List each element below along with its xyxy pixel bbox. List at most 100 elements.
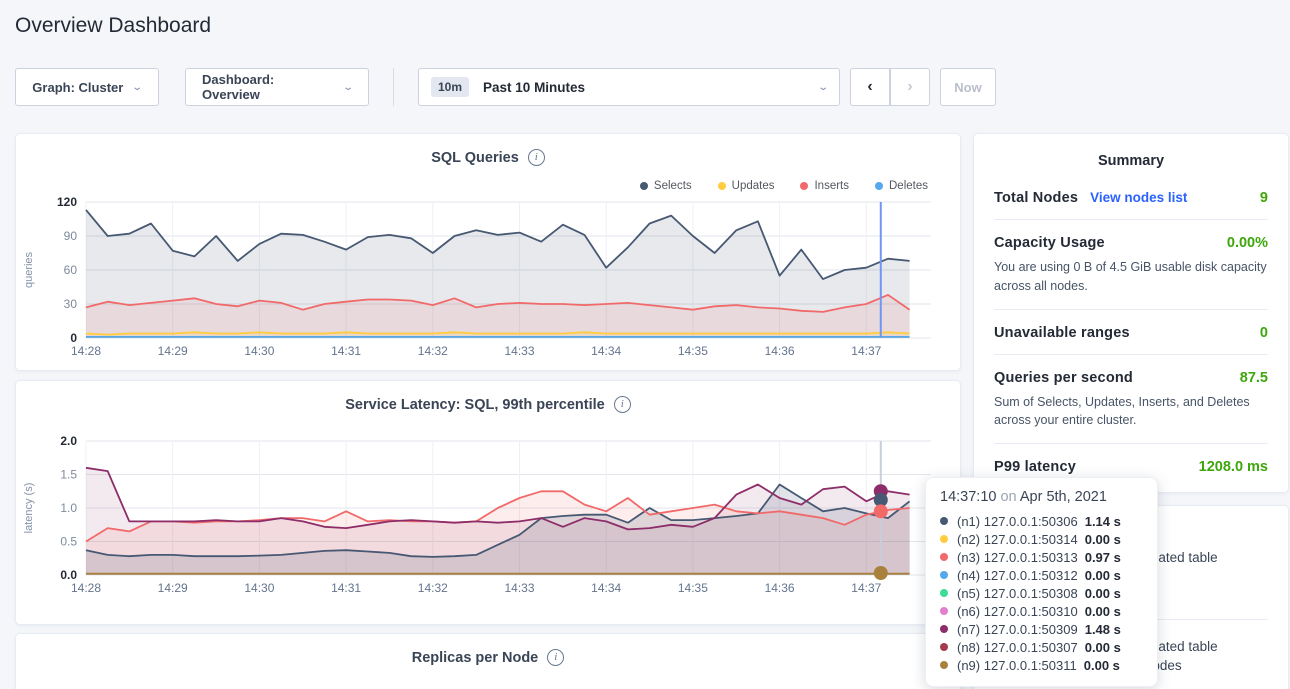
tooltip-node-row: (n3) 127.0.0.1:50313 0.97 s: [940, 548, 1143, 566]
graph-dropdown-label: Graph: Cluster: [32, 80, 123, 95]
p99-latency-label: P99 latency: [994, 459, 1076, 475]
svg-text:14:28: 14:28: [71, 581, 101, 595]
node-latency-value: 0.97 s: [1085, 550, 1121, 565]
page-title: Overview Dashboard: [15, 14, 211, 38]
node-latency-value: 0.00 s: [1085, 604, 1121, 619]
node-latency-value: 1.14 s: [1085, 514, 1121, 529]
node-latency-value: 0.00 s: [1085, 532, 1121, 547]
svg-text:14:33: 14:33: [504, 344, 534, 358]
svg-text:14:32: 14:32: [418, 344, 448, 358]
legend-item[interactable]: Deletes: [875, 180, 928, 192]
p99-latency-value: 1208.0 ms: [1199, 459, 1268, 475]
svg-text:14:32: 14:32: [418, 581, 448, 595]
node-address: (n9) 127.0.0.1:50311: [957, 658, 1077, 673]
service-latency-chart[interactable]: 0.00.51.01.52.014:2814:2914:3014:3114:32…: [16, 433, 962, 613]
summary-card: Summary Total Nodes View nodes list 9 Ca…: [973, 133, 1289, 493]
node-color-dot: [940, 625, 948, 633]
svg-text:14:29: 14:29: [158, 581, 188, 595]
time-prev-button[interactable]: ‹: [850, 68, 890, 106]
legend-item[interactable]: Updates: [718, 180, 775, 192]
node-latency-value: 1.48 s: [1085, 622, 1121, 637]
legend-item[interactable]: Selects: [640, 180, 692, 192]
tooltip-node-row: (n2) 127.0.0.1:50314 0.00 s: [940, 530, 1143, 548]
legend-color-dot: [718, 182, 726, 190]
dashboard-dropdown[interactable]: Dashboard: Overview ⌄: [185, 68, 369, 106]
legend-label: Deletes: [889, 180, 928, 192]
capacity-usage-label: Capacity Usage: [994, 235, 1105, 251]
node-color-dot: [940, 571, 948, 579]
tooltip-node-row: (n1) 127.0.0.1:50306 1.14 s: [940, 512, 1143, 530]
legend-color-dot: [800, 182, 808, 190]
tooltip-node-row: (n5) 127.0.0.1:50308 0.00 s: [940, 584, 1143, 602]
svg-text:14:37: 14:37: [851, 344, 881, 358]
chevron-down-icon: ⌄: [817, 82, 829, 93]
svg-text:14:30: 14:30: [244, 344, 274, 358]
node-address: (n3) 127.0.0.1:50313: [957, 550, 1078, 565]
queries-per-second-subtext: Sum of Selects, Updates, Inserts, and De…: [994, 393, 1268, 431]
overview-dashboard-page: Overview Dashboard Graph: Cluster ⌄ Dash…: [0, 0, 1290, 689]
graph-dropdown[interactable]: Graph: Cluster ⌄: [15, 68, 159, 106]
time-range-label: Past 10 Minutes: [483, 80, 819, 95]
node-latency-value: 0.00 s: [1084, 658, 1120, 673]
legend-item[interactable]: Inserts: [800, 180, 849, 192]
sql-queries-title: SQL Queries: [431, 150, 519, 166]
svg-text:90: 90: [64, 229, 78, 243]
svg-text:30: 30: [64, 297, 78, 311]
replicas-per-node-card: Replicas per Node i: [15, 633, 961, 689]
svg-text:14:36: 14:36: [765, 344, 795, 358]
replicas-per-node-title: Replicas per Node: [412, 650, 539, 666]
info-icon[interactable]: i: [614, 396, 631, 413]
legend-label: Inserts: [814, 180, 849, 192]
legend-label: Updates: [732, 180, 775, 192]
view-nodes-list-link[interactable]: View nodes list: [1090, 190, 1187, 205]
node-color-dot: [940, 517, 948, 525]
info-icon[interactable]: i: [528, 149, 545, 166]
info-icon[interactable]: i: [547, 649, 564, 666]
service-latency-title: Service Latency: SQL, 99th percentile: [345, 397, 605, 413]
legend-color-dot: [875, 182, 883, 190]
node-address: (n4) 127.0.0.1:50312: [957, 568, 1078, 583]
total-nodes-label: Total Nodes: [994, 190, 1078, 206]
tooltip-node-row: (n8) 127.0.0.1:50307 0.00 s: [940, 638, 1143, 656]
dashboard-dropdown-label: Dashboard: Overview: [202, 72, 334, 102]
time-next-button[interactable]: ›: [890, 68, 930, 106]
now-button[interactable]: Now: [940, 68, 996, 106]
tooltip-node-row: (n6) 127.0.0.1:50310 0.00 s: [940, 602, 1143, 620]
legend-label: Selects: [654, 180, 692, 192]
summary-row-total-nodes: Total Nodes View nodes list 9: [994, 175, 1268, 220]
svg-text:14:29: 14:29: [158, 344, 188, 358]
node-color-dot: [940, 607, 948, 615]
chart-hover-tooltip: 14:37:10 on Apr 5th, 2021 (n1) 127.0.0.1…: [925, 477, 1158, 687]
tooltip-node-row: (n7) 127.0.0.1:50309 1.48 s: [940, 620, 1143, 638]
unavailable-ranges-value: 0: [1260, 325, 1268, 341]
svg-text:1.0: 1.0: [60, 501, 77, 515]
svg-text:14:33: 14:33: [504, 581, 534, 595]
svg-text:14:31: 14:31: [331, 581, 361, 595]
summary-row-queries-per-second: Queries per second 87.5 Sum of Selects, …: [994, 355, 1268, 445]
legend-color-dot: [640, 182, 648, 190]
node-address: (n1) 127.0.0.1:50306: [957, 514, 1078, 529]
unavailable-ranges-label: Unavailable ranges: [994, 325, 1130, 341]
capacity-usage-subtext: You are using 0 B of 4.5 GiB usable disk…: [994, 258, 1268, 296]
queries-per-second-value: 87.5: [1240, 370, 1268, 386]
queries-per-second-label: Queries per second: [994, 370, 1133, 386]
node-latency-value: 0.00 s: [1085, 586, 1121, 601]
summary-header: Summary: [974, 134, 1288, 175]
node-color-dot: [940, 661, 948, 669]
node-address: (n8) 127.0.0.1:50307: [957, 640, 1078, 655]
sql-queries-chart[interactable]: 030609012014:2814:2914:3014:3114:3214:33…: [16, 194, 962, 372]
svg-text:14:37: 14:37: [851, 581, 881, 595]
summary-row-unavailable-ranges: Unavailable ranges 0: [994, 310, 1268, 355]
svg-text:60: 60: [64, 263, 78, 277]
svg-text:14:30: 14:30: [244, 581, 274, 595]
svg-text:14:28: 14:28: [71, 344, 101, 358]
tooltip-node-row: (n9) 127.0.0.1:50311 0.00 s: [940, 656, 1143, 674]
node-latency-value: 0.00 s: [1085, 568, 1121, 583]
svg-text:2.0: 2.0: [60, 434, 77, 448]
svg-text:14:36: 14:36: [765, 581, 795, 595]
tooltip-node-row: (n4) 127.0.0.1:50312 0.00 s: [940, 566, 1143, 584]
time-range-selector[interactable]: 10m Past 10 Minutes ⌄: [418, 68, 840, 106]
node-address: (n6) 127.0.0.1:50310: [957, 604, 1078, 619]
time-pager: ‹ ›: [850, 68, 930, 106]
capacity-usage-value: 0.00%: [1227, 235, 1268, 251]
